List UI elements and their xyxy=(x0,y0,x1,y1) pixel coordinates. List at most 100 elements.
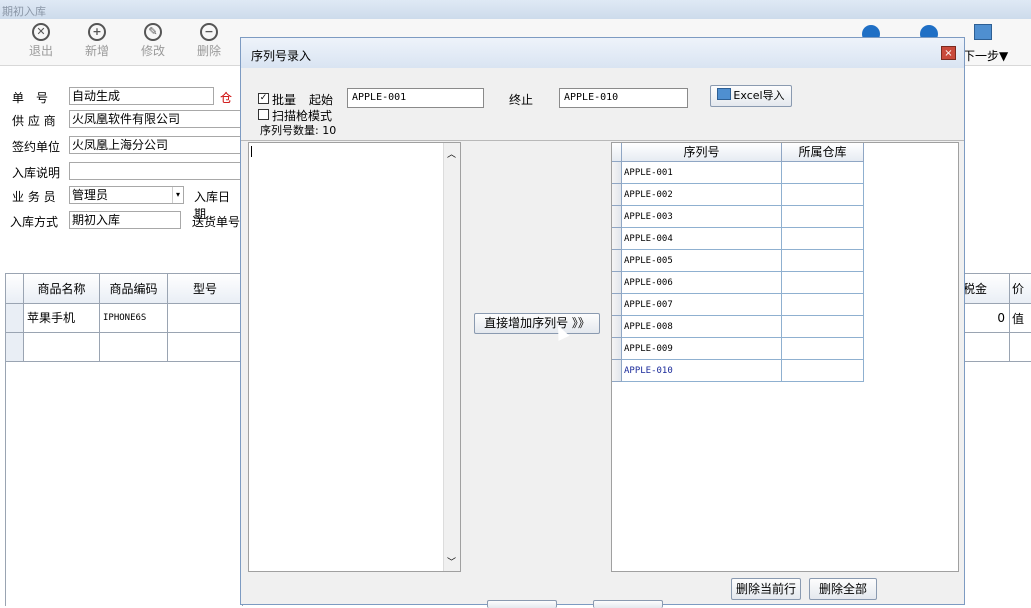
serial-cell[interactable]: APPLE-001 xyxy=(622,162,782,184)
warehouse-cell[interactable] xyxy=(782,250,864,272)
serial-row-header[interactable] xyxy=(612,360,622,382)
delete-current-row-button[interactable]: 删除当前行 xyxy=(731,578,801,600)
note-field[interactable] xyxy=(69,162,241,180)
warehouse-cell[interactable] xyxy=(782,294,864,316)
empty-cell[interactable] xyxy=(960,333,1010,362)
scan-mode-checkbox[interactable] xyxy=(258,109,269,120)
salesman-select[interactable]: 管理员 ▾ xyxy=(69,186,184,204)
dialog-title: 序列号录入 xyxy=(251,49,312,63)
delete-button[interactable]: − 删除 xyxy=(189,23,229,59)
empty-cell[interactable] xyxy=(24,333,100,362)
warehouse-label: 仓 xyxy=(220,91,233,105)
serial-row-header[interactable] xyxy=(612,162,622,184)
supplier-field[interactable]: 火凤凰软件有限公司 xyxy=(69,110,241,128)
start-serial-input[interactable]: APPLE-001 xyxy=(347,88,484,108)
end-serial-input[interactable]: APPLE-010 xyxy=(559,88,688,108)
serial-cell[interactable]: APPLE-009 xyxy=(622,338,782,360)
dialog-titlebar: 序列号录入 × xyxy=(241,38,964,68)
add-serial-button[interactable]: 直接增加序列号 》》 xyxy=(474,313,600,334)
note-label: 入库说明 xyxy=(12,166,61,180)
cell-model[interactable] xyxy=(168,304,242,333)
confirm-button[interactable] xyxy=(487,600,557,608)
scroll-down-icon[interactable]: ﹀ xyxy=(447,555,456,568)
minus-icon: − xyxy=(200,23,218,41)
col-serial-no[interactable]: 序列号 xyxy=(622,143,782,162)
cell-tax[interactable]: 0 xyxy=(960,304,1010,333)
close-icon[interactable]: × xyxy=(941,46,956,60)
serial-cell[interactable]: APPLE-008 xyxy=(622,316,782,338)
exit-button[interactable]: ✕ 退出 xyxy=(21,23,61,59)
empty-cell[interactable] xyxy=(1010,333,1031,362)
goods-grid: 商品名称 商品编码 型号 苹果手机 IPHONE6S xyxy=(5,273,243,606)
serial-row-header[interactable] xyxy=(612,206,622,228)
edit-icon: ✎ xyxy=(144,23,162,41)
cancel-button[interactable] xyxy=(593,600,663,608)
serial-entry-dialog: 序列号录入 × ✓ 批量 起始 APPLE-001 终止 APPLE-010 E… xyxy=(240,37,965,608)
batch-label: 批量 xyxy=(272,93,297,107)
header-form: 单 号 自动生成 仓 供 应 商 火凤凰软件有限公司 签约单位 火凤凰上海分公司… xyxy=(0,66,241,266)
warehouse-cell[interactable] xyxy=(782,360,864,382)
serial-cell[interactable]: APPLE-003 xyxy=(622,206,782,228)
serial-cell[interactable]: APPLE-006 xyxy=(622,272,782,294)
serial-row-header[interactable] xyxy=(612,272,622,294)
warehouse-cell[interactable] xyxy=(782,184,864,206)
warehouse-cell[interactable] xyxy=(782,162,864,184)
vertical-scrollbar[interactable]: ︿ ﹀ xyxy=(443,143,460,571)
cell-goods-name[interactable]: 苹果手机 xyxy=(24,304,100,333)
serial-text-area[interactable]: ︿ ﹀ xyxy=(248,142,461,572)
serial-row-header[interactable] xyxy=(612,250,622,272)
in-mode-field[interactable]: 期初入库 xyxy=(69,211,181,229)
sign-unit-field[interactable]: 火凤凰上海分公司 xyxy=(69,136,241,154)
exit-icon: ✕ xyxy=(32,23,50,41)
serial-row-header[interactable] xyxy=(612,184,622,206)
serial-grid-corner xyxy=(612,143,622,162)
empty-cell[interactable] xyxy=(100,333,168,362)
warehouse-cell[interactable] xyxy=(782,316,864,338)
col-goods-name[interactable]: 商品名称 xyxy=(24,274,100,304)
cell-goods-code[interactable]: IPHONE6S xyxy=(100,304,168,333)
delete-all-button[interactable]: 删除全部 xyxy=(809,578,877,600)
divider xyxy=(241,140,964,141)
warehouse-cell[interactable] xyxy=(782,228,864,250)
col-tax[interactable]: 税金 xyxy=(960,274,1010,304)
serial-cell[interactable]: APPLE-002 xyxy=(622,184,782,206)
plus-icon: + xyxy=(88,23,106,41)
serial-row-header[interactable] xyxy=(612,228,622,250)
empty-cell[interactable] xyxy=(1010,304,1031,333)
serial-row-header[interactable] xyxy=(612,294,622,316)
folder-add-icon xyxy=(974,24,992,40)
salesman-value: 管理员 xyxy=(72,188,109,202)
col-goods-code[interactable]: 商品编码 xyxy=(100,274,168,304)
serial-row-header[interactable] xyxy=(612,316,622,338)
empty-cell[interactable] xyxy=(168,333,242,362)
grid-corner xyxy=(6,274,24,304)
serial-row-header[interactable] xyxy=(612,338,622,360)
bill-no-field[interactable]: 自动生成 xyxy=(69,87,214,105)
next-step-button[interactable]: 下一步▼ xyxy=(963,47,1008,64)
row-header[interactable] xyxy=(6,304,24,333)
edit-label: 修改 xyxy=(140,44,165,58)
add-button[interactable]: + 新增 xyxy=(77,23,117,59)
batch-checkbox[interactable]: ✓ xyxy=(258,93,269,104)
col-value[interactable]: 价值 xyxy=(1010,274,1031,326)
warehouse-cell[interactable] xyxy=(782,338,864,360)
warehouse-cell[interactable] xyxy=(782,206,864,228)
col-warehouse[interactable]: 所属仓库 xyxy=(782,143,864,162)
excel-import-button[interactable]: Excel导入 xyxy=(710,85,792,107)
bill-no-label: 单 号 xyxy=(12,91,49,105)
scroll-up-icon[interactable]: ︿ xyxy=(447,147,456,160)
col-model[interactable]: 型号 xyxy=(168,274,242,304)
serial-cell[interactable]: APPLE-010 xyxy=(622,360,782,382)
chevron-down-icon[interactable]: ▾ xyxy=(172,187,183,203)
serial-cell[interactable]: APPLE-005 xyxy=(622,250,782,272)
row-header[interactable] xyxy=(6,333,24,362)
edit-button[interactable]: ✎ 修改 xyxy=(133,23,173,59)
delete-label: 删除 xyxy=(196,44,221,58)
in-mode-label: 入库方式 xyxy=(10,215,59,229)
excel-import-label: Excel导入 xyxy=(733,89,785,102)
serial-cell[interactable]: APPLE-007 xyxy=(622,294,782,316)
exit-label: 退出 xyxy=(28,44,53,58)
window-title: 期初入库 xyxy=(2,5,46,18)
serial-cell[interactable]: APPLE-004 xyxy=(622,228,782,250)
warehouse-cell[interactable] xyxy=(782,272,864,294)
